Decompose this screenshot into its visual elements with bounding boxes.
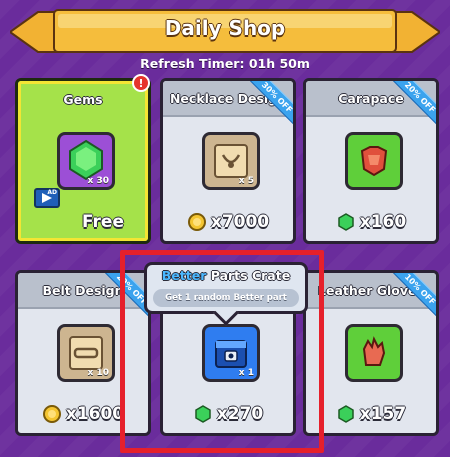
- tooltip-description: Get 1 random Better part: [153, 289, 299, 307]
- parts-crate-icon: x 1: [202, 324, 260, 382]
- item-price: Free: [58, 209, 148, 235]
- discount-ribbon: 20% OFF: [97, 273, 148, 324]
- discount-label: 20% OFF: [391, 81, 436, 127]
- discount-ribbon: 30% OFF: [242, 81, 293, 132]
- shop-card-necklace-design[interactable]: Necklace Design 30% OFF x 5 x7000: [160, 78, 296, 244]
- price-text: Free: [82, 212, 124, 232]
- price-text: x160: [359, 212, 407, 232]
- item-name: Gems: [18, 81, 148, 117]
- price-text: x270: [216, 404, 264, 424]
- item-quantity: x 30: [87, 176, 109, 186]
- item-price: x1600: [18, 401, 148, 427]
- gold-coin-icon: [42, 405, 61, 423]
- shop-card-belt-design[interactable]: Belt Design 20% OFF x 10 x1600: [15, 270, 151, 436]
- gem-icon: [195, 405, 211, 423]
- shop-card-carapace[interactable]: Carapace 20% OFF x160: [303, 78, 439, 244]
- item-quantity: x 10: [87, 368, 109, 378]
- notification-badge: !: [132, 74, 150, 92]
- discount-label: 10% OFF: [391, 273, 436, 319]
- price-text: x1600: [65, 404, 125, 424]
- item-quantity: x 1: [238, 368, 254, 378]
- gem-icon: [338, 405, 354, 423]
- necklace-scroll-icon: x 5: [202, 132, 260, 190]
- item-tooltip: Better Parts Crate Get 1 random Better p…: [144, 262, 308, 326]
- daily-shop-banner: Daily Shop: [10, 8, 440, 56]
- shop-card-gems[interactable]: Gems x 30 AD Free: [15, 78, 151, 244]
- discount-ribbon: 10% OFF: [385, 273, 436, 324]
- tooltip-tier: Better: [161, 268, 207, 283]
- shop-title: Daily Shop: [164, 16, 286, 40]
- price-text: x157: [359, 404, 407, 424]
- belt-scroll-icon: x 10: [57, 324, 115, 382]
- gold-coin-icon: [187, 213, 206, 231]
- item-quantity: x 5: [238, 176, 254, 186]
- gem-icon: x 30: [57, 132, 115, 190]
- ad-video-icon: AD: [34, 188, 60, 208]
- leather-gloves-icon: [345, 324, 403, 382]
- item-price: x160: [306, 209, 436, 235]
- discount-label: 20% OFF: [103, 273, 148, 319]
- discount-ribbon: 20% OFF: [385, 81, 436, 132]
- item-price: x157: [306, 401, 436, 427]
- item-price: x270: [163, 401, 293, 427]
- shop-card-leather-gloves[interactable]: Leather Gloves 10% OFF x157: [303, 270, 439, 436]
- gem-icon: [338, 213, 354, 231]
- refresh-timer: Refresh Timer: 01h 50m: [140, 56, 310, 71]
- item-price: x7000: [163, 209, 293, 235]
- discount-label: 30% OFF: [248, 81, 293, 127]
- carapace-armor-icon: [345, 132, 403, 190]
- ad-label: AD: [47, 189, 57, 196]
- tooltip-title: Better Parts Crate: [147, 268, 305, 283]
- price-text: x7000: [210, 212, 270, 232]
- tooltip-title-rest: Parts Crate: [206, 268, 291, 283]
